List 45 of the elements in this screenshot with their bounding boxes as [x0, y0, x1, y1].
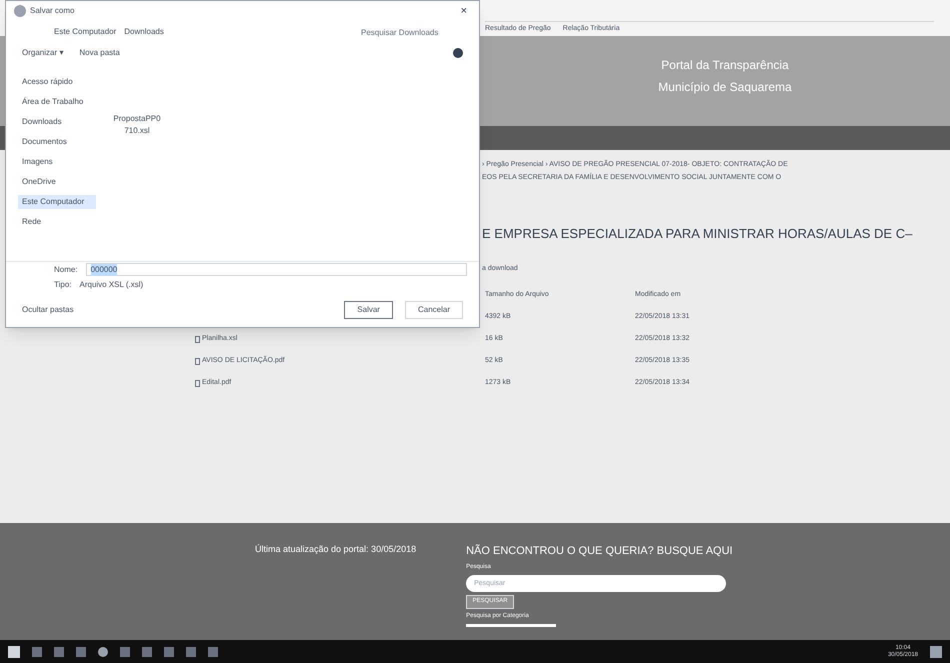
taskbar-app-icon[interactable]	[54, 646, 64, 656]
taskbar-app-icon[interactable]	[120, 646, 130, 656]
sidebar-item[interactable]: Este Computador	[18, 195, 96, 209]
sidebar-item[interactable]: Imagens	[18, 155, 96, 169]
hide-folders-button[interactable]: Ocultar pastas	[22, 304, 74, 316]
dialog-title: Salvar como	[30, 5, 74, 17]
notification-icon	[930, 646, 942, 658]
taskbar-app-icon[interactable]	[76, 646, 86, 656]
start-icon	[8, 646, 20, 658]
close-button[interactable]: ×	[456, 2, 471, 20]
path-segment[interactable]: Este Computador	[54, 26, 116, 38]
dialog-button[interactable]: Cancelar	[404, 301, 463, 319]
file-icon	[195, 380, 200, 387]
name-label: Nome:	[54, 264, 78, 276]
sidebar-item[interactable]: Rede	[18, 215, 96, 229]
page-title: E EMPRESA ESPECIALIZADA PARA MINISTRAR HORAS/AULAS DE C–	[482, 225, 914, 243]
toolbar-button[interactable]: Nova pasta	[79, 47, 120, 59]
last-update: Última atualização do portal: 30/05/2018	[255, 543, 416, 556]
header-subtitle: Município de Saquarema	[658, 79, 792, 96]
taskbar-app-icon[interactable]	[208, 646, 218, 656]
taskbar-app-icon[interactable]	[142, 646, 152, 656]
taskbar-app-icon[interactable]	[186, 646, 196, 656]
search-heading: NÃO ENCONTROU O QUE QUERIA? BUSQUE AQUI	[466, 543, 733, 559]
sidebar-item[interactable]: Acesso rápido	[18, 75, 96, 89]
sidebar-item[interactable]: Downloads	[18, 115, 96, 129]
sidebar-item[interactable]: Documentos	[18, 135, 96, 149]
type-dropdown[interactable]: Arquivo XSL (.xsl)	[80, 279, 467, 291]
file-item[interactable]: PropostaPP0710.xsl	[112, 113, 162, 261]
dialog-icon	[14, 5, 26, 17]
path-segment[interactable]: Downloads	[124, 26, 164, 38]
taskbar-app-icon[interactable]	[32, 646, 42, 656]
dialog-button[interactable]: Salvar	[344, 301, 393, 319]
taskbar-app-icon[interactable]	[98, 646, 108, 656]
file-icon	[195, 358, 200, 365]
file-icon	[195, 336, 200, 343]
taskbar-app-icon[interactable]	[164, 646, 174, 656]
search-field[interactable]: Pesquisar Downloads	[357, 25, 467, 39]
help-icon[interactable]	[453, 48, 463, 58]
type-label: Tipo:	[54, 279, 72, 291]
header-title: Portal da Transparência	[661, 57, 789, 74]
toolbar-button[interactable]: Organizar ▾	[22, 47, 64, 59]
category-select[interactable]	[466, 624, 556, 626]
name-field[interactable]: 000000	[86, 263, 467, 276]
sidebar-item[interactable]: OneDrive	[18, 175, 96, 189]
sidebar-item[interactable]: Área de Trabalho	[18, 95, 96, 109]
